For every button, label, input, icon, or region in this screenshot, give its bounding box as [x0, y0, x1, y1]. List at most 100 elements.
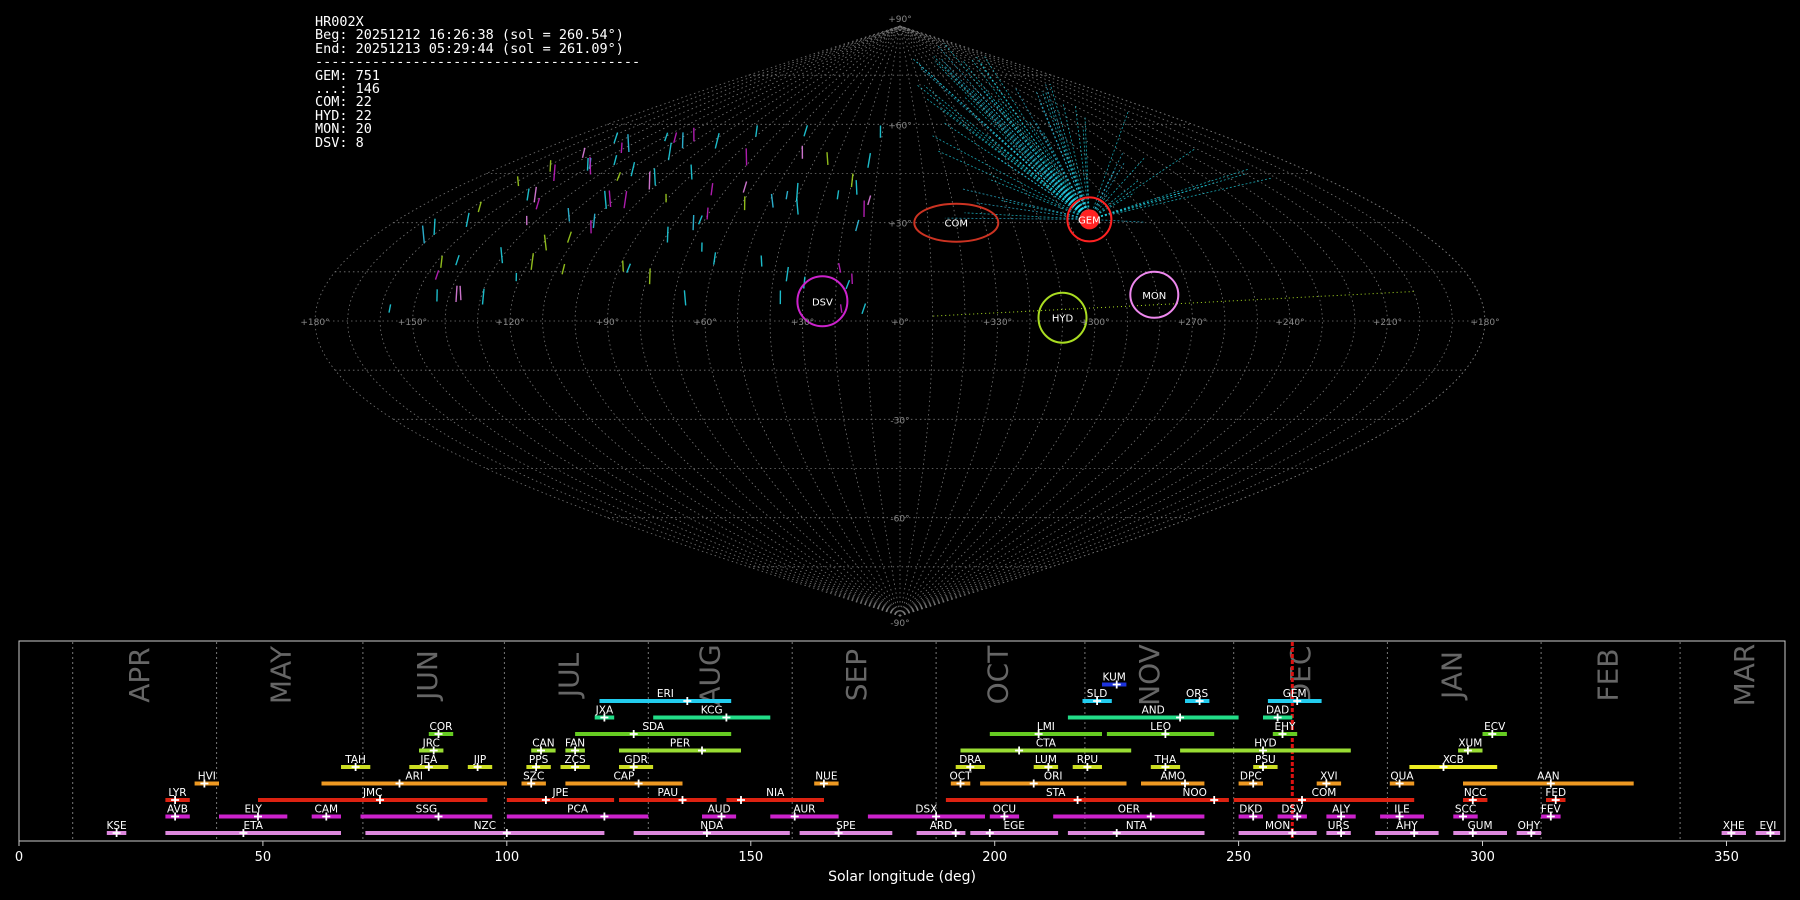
meteor-trail	[919, 67, 1090, 220]
shower-dkd: DKD	[1238, 804, 1263, 821]
meteor-trail	[785, 190, 789, 200]
meteor-trail	[1089, 177, 1273, 220]
shower-label: GDR	[624, 754, 648, 766]
meteor-trail	[785, 266, 789, 282]
meteor-trail	[855, 219, 860, 232]
x-tick-label: 100	[494, 850, 519, 865]
meteor-trail	[620, 142, 623, 154]
meteor-trail	[1084, 116, 1090, 220]
meteor-trail	[666, 226, 669, 243]
radiant-label-com: COM	[945, 219, 968, 230]
meteor-trail	[465, 212, 470, 228]
meridian-line	[412, 25, 901, 617]
shower-label: KCG	[701, 705, 723, 717]
shower-label: CAN	[532, 738, 554, 750]
meteor-trail	[477, 201, 482, 213]
shower-label: FAN	[565, 738, 585, 750]
shower-qua: QUA	[1389, 771, 1414, 788]
meteor-trail	[459, 285, 462, 301]
shower-label: XHE	[1723, 820, 1745, 832]
meteor-trail	[440, 255, 443, 268]
lat-tick-label: +60°	[888, 121, 912, 131]
shower-label: DAD	[1266, 705, 1289, 717]
shower-tha: THA	[1150, 754, 1181, 771]
meteor-trail	[755, 125, 758, 137]
shower-label: SPE	[836, 820, 856, 832]
lon-tick-label: +30°	[791, 318, 815, 328]
lon-tick-label: +300°	[1080, 318, 1109, 328]
x-axis-label: Solar longitude (deg)	[828, 869, 976, 885]
shower-zcs: ZCS	[560, 754, 590, 771]
shower-label: ECV	[1484, 721, 1506, 733]
radiant-sky-map: COM GEM HYD MON DSV +180° +150° +120° +90° +60° +…	[300, 15, 1499, 629]
shower-label: COR	[430, 721, 453, 733]
meteor-trail	[581, 147, 586, 158]
shower-label: AHY	[1396, 820, 1418, 832]
meteor-trail	[500, 247, 504, 264]
meteor-trail	[549, 160, 552, 172]
meteor-trail	[455, 254, 460, 266]
meteor-trail	[936, 44, 1090, 220]
shower-tah: TAH	[341, 754, 371, 771]
shower-label: LYR	[168, 787, 186, 799]
shower-rpu: RPU	[1072, 754, 1102, 771]
meteor-trail	[977, 91, 1090, 220]
lon-tick-label: +150°	[398, 318, 427, 328]
meteor-trail	[971, 58, 1090, 220]
meteor-trail	[867, 152, 872, 168]
meteor-trail	[706, 207, 709, 220]
month-label: JAN	[1435, 651, 1468, 701]
meteor-trail	[567, 207, 571, 222]
month-label: JUL	[552, 652, 585, 699]
shower-label: GUM	[1468, 820, 1493, 832]
shower-label: XUM	[1458, 738, 1482, 750]
meteor-trail	[586, 157, 589, 171]
shower-label: PCA	[567, 804, 589, 816]
meteor-trail	[553, 164, 556, 182]
x-tick-label: 200	[982, 850, 1007, 865]
meteor-trail	[836, 190, 840, 200]
meteor-trail	[1089, 111, 1129, 220]
lat-tick-label: -30°	[890, 416, 909, 426]
shower-label: TAH	[344, 754, 366, 766]
shower-label: AND	[1142, 705, 1165, 717]
meteor-trail	[648, 171, 651, 190]
meteor-trail	[855, 180, 858, 195]
shower-label: PPS	[529, 754, 549, 766]
shower-label: LEO	[1150, 721, 1171, 733]
shower-scc: SCC	[1453, 804, 1478, 821]
shower-label: KSE	[107, 820, 127, 832]
shower-ehy: EHY	[1272, 721, 1298, 738]
meteor-trail	[861, 303, 867, 315]
shower-label: OCT	[949, 771, 972, 783]
shower-label: AUR	[793, 804, 815, 816]
meteor-trail	[867, 195, 872, 206]
shower-label: NZC	[474, 820, 496, 832]
shower-label: QUA	[1390, 771, 1414, 783]
x-tick-label: 0	[15, 850, 23, 865]
meteor-trail	[434, 270, 440, 280]
x-tick-label: 350	[1714, 850, 1739, 865]
shower-label: SCC	[1455, 804, 1476, 816]
shower-label: JPE	[551, 787, 568, 799]
radiant-label-mon: MON	[1142, 291, 1166, 302]
shower-ncc: NCC	[1463, 787, 1488, 804]
meteor-trail	[839, 304, 843, 313]
shower-label: PAU	[658, 787, 679, 799]
month-label: AUG	[694, 644, 727, 705]
lon-tick-label: +240°	[1275, 318, 1304, 328]
shower-label: SDA	[642, 721, 665, 733]
shower-label: ARD	[930, 820, 953, 832]
shower-label: KUM	[1103, 672, 1126, 684]
meteor-trail	[796, 198, 799, 215]
meteor-trail	[1042, 131, 1090, 220]
shower-lyr: LYR	[165, 787, 190, 804]
meteor-trail	[1089, 148, 1195, 220]
meteor-trail	[710, 183, 714, 196]
meteor-trail	[604, 190, 607, 209]
shower-psu: PSU	[1253, 754, 1278, 771]
shower-label: CAP	[613, 771, 634, 783]
meteor-trail	[566, 231, 572, 243]
shower-label: COM	[1312, 787, 1337, 799]
shower-label: JRC	[422, 738, 440, 750]
